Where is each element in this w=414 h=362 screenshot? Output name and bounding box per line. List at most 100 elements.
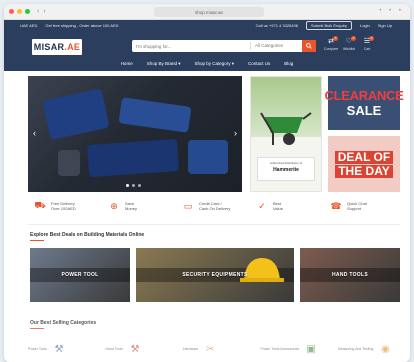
category-label: HAND TOOLS [332, 272, 368, 278]
compare-count: 0 [333, 36, 338, 41]
best-item-label: Power Tools Accessories [260, 347, 300, 351]
feature-delivery: ⛟ Free Delivery Over 100AED [34, 200, 104, 212]
best-selling-section-title: Our Best Selling Categories [30, 320, 96, 329]
wishlist-button[interactable]: ♡ 0 Wishlist [340, 36, 358, 51]
best-item-label: Hand Tools [105, 347, 123, 351]
close-window-icon[interactable] [9, 9, 14, 14]
explore-section-title: Explore Best Deals on Building Materials… [30, 232, 144, 241]
wheelbarrow-icon [260, 112, 312, 145]
helmet-icon [240, 258, 284, 282]
credit-card-icon: ▭ [183, 200, 193, 211]
menu-item-home[interactable]: Home [121, 61, 133, 67]
bulk-enquiry-button[interactable]: Submit Bulk Enquiry [305, 21, 352, 30]
power-drill-icon: ⚒ [54, 343, 64, 355]
feature-strip: ⛟ Free Delivery Over 100AED ⊕ Save Money ▭… [34, 200, 400, 212]
feature-subtitle: Cash On Delivery [199, 206, 231, 211]
distributor-text: Authorized Distributor of [269, 161, 303, 165]
battery-image [188, 140, 228, 174]
hammerite-promo-banner[interactable]: Authorized Distributor of Hammerite [250, 76, 322, 192]
slider-dots [124, 184, 142, 187]
address-bar[interactable]: shop.misar.ae [154, 7, 264, 17]
search-icon [306, 43, 312, 49]
saw-image [86, 138, 180, 178]
sale-title: SALE [346, 103, 382, 118]
distributor-badge: Authorized Distributor of Hammerite [257, 157, 315, 181]
search-button[interactable] [302, 40, 316, 52]
best-item-label: Power Tools [28, 347, 48, 351]
feature-best-value: ✓ Best Value [256, 200, 326, 212]
login-link[interactable]: Login [360, 23, 370, 28]
menu-item-shop-by-brand[interactable]: Shop By Brand ▾ [147, 61, 181, 67]
best-item-label: Hardware [183, 347, 199, 351]
accessory-icon: ▣ [306, 343, 316, 355]
site-logo[interactable]: MISAR .AE [32, 39, 82, 55]
back-arrow-icon[interactable]: ‹ [37, 8, 39, 15]
menu-item-shop-by-category[interactable]: Shop by Category ▾ [194, 61, 234, 67]
category-label: SECURITY EQUIPMENTS [182, 272, 248, 278]
deal-of-the-day-banner[interactable]: DEAL OF THE DAY [328, 136, 400, 192]
wishlist-label: Wishlist [342, 47, 356, 51]
currency-selector[interactable]: UAE AED [20, 23, 37, 28]
slider-prev-icon[interactable]: ‹ [33, 128, 36, 138]
slider-dot[interactable] [125, 184, 129, 187]
maximize-window-icon[interactable] [25, 9, 30, 14]
category-security-equipments[interactable]: SECURITY EQUIPMENTS [136, 248, 294, 302]
category-hand-tools[interactable]: HAND TOOLS [300, 248, 400, 302]
logo-main: MISAR [33, 42, 65, 52]
meter-icon: ◉ [380, 343, 390, 355]
site-header: MISAR.AE All Categories ⇄ 0 Compare ♡ 0 … [4, 31, 410, 71]
truck-icon: ⛟ [34, 200, 46, 210]
feature-save-money: ⊕ Save Money [108, 200, 178, 212]
cart-label: Cart [363, 47, 371, 51]
tool-detail-image [58, 150, 80, 176]
shipping-notice: Get free shipping - Order above 100 AED [45, 23, 119, 28]
menu-item-contact-us[interactable]: Contact Us [248, 61, 270, 67]
cart-button[interactable]: ☱ 0 Cart [358, 36, 376, 51]
feature-subtitle: Support [347, 206, 362, 211]
brand-name: Hammerite [273, 167, 299, 173]
feature-subtitle: Over 100AED [51, 206, 76, 211]
slider-dot[interactable] [137, 184, 141, 187]
feature-subtitle: Value [273, 206, 283, 211]
minimize-window-icon[interactable] [17, 9, 22, 14]
hero-slider[interactable]: ‹ › [28, 76, 242, 192]
main-menu: Home Shop By Brand ▾ Shop by Category ▾ … [4, 61, 410, 67]
drill-image [42, 88, 110, 140]
best-selling-categories: Power Tools ⚒ Hand Tools ⚒ Hardware ✂ Po… [28, 336, 400, 362]
phone-number[interactable]: Call us +971 4 3325496 [256, 23, 298, 28]
feature-subtitle: Money [125, 206, 138, 211]
best-item-measuring-testing[interactable]: Measuring And Testing ◉ [338, 336, 400, 362]
slider-next-icon[interactable]: › [234, 128, 237, 138]
search-category-select[interactable]: All Categories [250, 42, 300, 50]
logo-accent: .AE [64, 42, 81, 52]
forward-arrow-icon[interactable]: › [43, 8, 45, 15]
clearance-sale-banner[interactable]: CLEARANCE SALE [325, 76, 404, 130]
best-item-power-tools-accessories[interactable]: Power Tools Accessories ▣ [261, 336, 323, 362]
pliers-icon: ✂ [205, 343, 215, 355]
compare-label: Compare [323, 47, 339, 51]
menu-item-blog[interactable]: Blog [284, 61, 293, 67]
compare-button[interactable]: ⇄ 0 Compare [322, 36, 340, 51]
chat-support-icon: ☎ [330, 200, 342, 211]
grinder-image [118, 97, 192, 133]
money-icon: ⊕ [110, 200, 118, 211]
best-item-power-tools[interactable]: Power Tools ⚒ [28, 336, 90, 362]
feature-payment: ▭ Credit Card / Cash On Delivery [182, 200, 252, 212]
browser-window: ‹ › shop.misar.ae • • • UAE AED Get free… [4, 4, 410, 362]
best-item-label: Measuring And Testing [338, 347, 374, 351]
feature-support: ☎ Quick Chat Support [330, 200, 400, 212]
slider-dot[interactable] [131, 184, 135, 187]
deal-title-line1: DEAL OF [334, 150, 394, 164]
category-power-tool[interactable]: POWER TOOL [30, 248, 130, 302]
clearance-title: CLEARANCE [324, 88, 404, 103]
cart-count: 0 [369, 36, 374, 41]
best-item-hand-tools[interactable]: Hand Tools ⚒ [106, 336, 168, 362]
browser-controls[interactable]: • • • [379, 8, 404, 14]
deal-title-line2: THE DAY [335, 164, 393, 178]
best-item-hardware[interactable]: Hardware ✂ [183, 336, 245, 362]
check-badge-icon: ✓ [258, 200, 266, 211]
hammer-icon: ⚒ [130, 343, 140, 355]
search-bar: All Categories [132, 40, 316, 52]
signup-link[interactable]: Sign Up [378, 23, 392, 28]
search-input[interactable] [132, 41, 250, 51]
